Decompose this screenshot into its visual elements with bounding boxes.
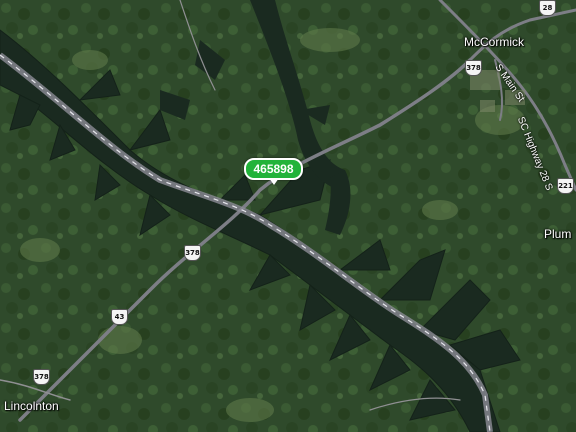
map-marker-pointer-icon [269,178,279,185]
map-canvas[interactable]: McCormick Plum Lincolnton S Main St SC H… [0,0,576,432]
route-shield-icon: 28 [539,0,556,16]
aerial-imagery [0,0,576,432]
place-label-plum: Plum [544,227,572,241]
place-label-lincolnton: Lincolnton [4,399,59,413]
place-label-mccormick: McCormick [464,35,524,49]
route-shield-ga43-icon: 43 [111,309,128,325]
map-marker-pin[interactable]: 465898 [244,158,303,180]
route-shield-221-icon: 221 [557,178,574,194]
route-shield-us378-south-icon: 378 [33,369,50,385]
route-shield-us378-mid-icon: 378 [184,245,201,261]
route-shield-us378-north-icon: 378 [465,60,482,76]
